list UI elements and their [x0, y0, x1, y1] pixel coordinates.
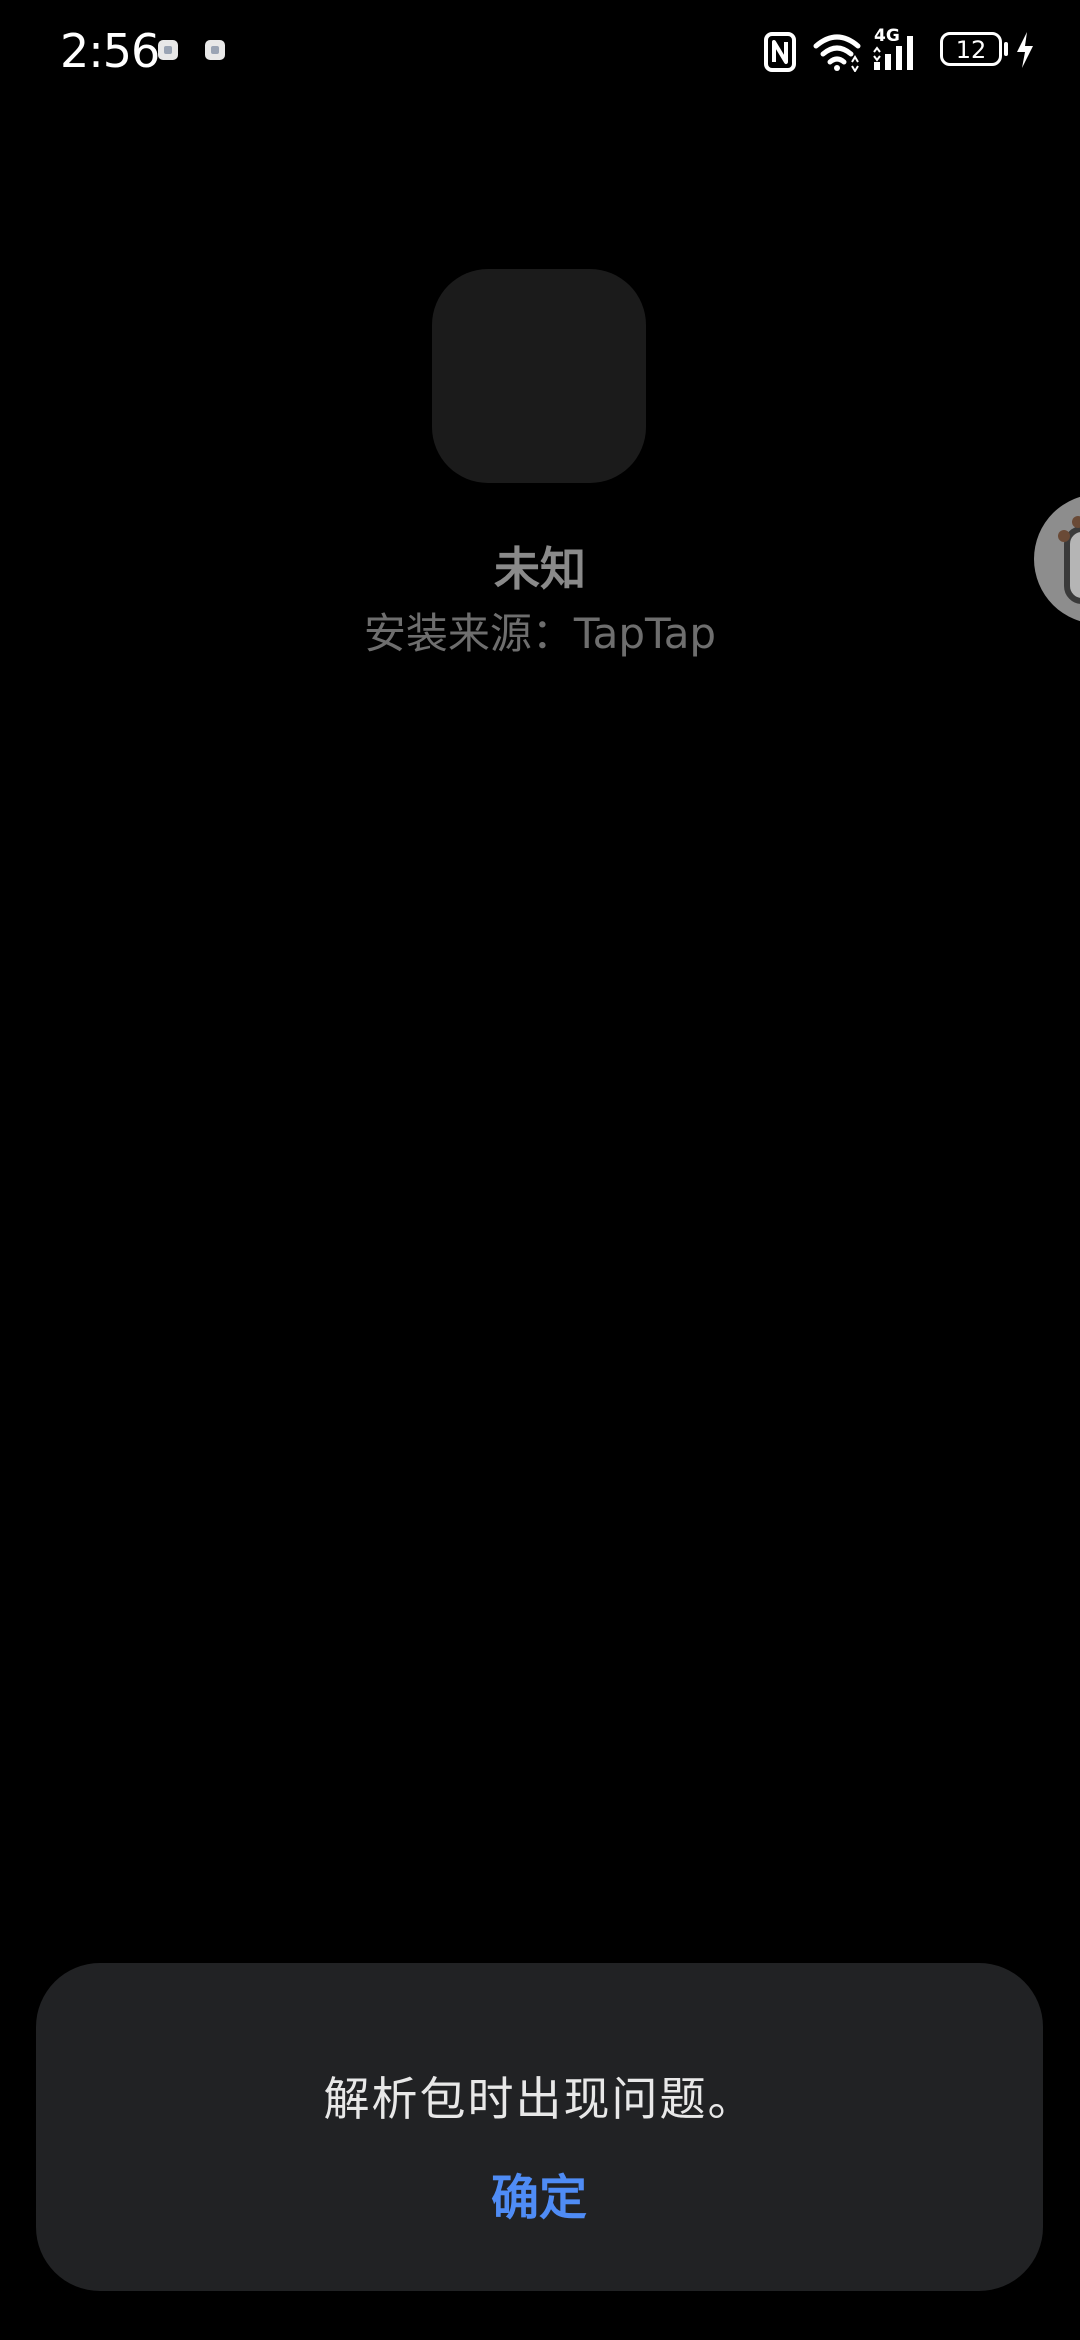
confirm-button[interactable]: 确定	[439, 2153, 639, 2243]
install-source: 安装来源：TapTap	[363, 609, 717, 658]
battery-level: 12	[955, 36, 987, 64]
nfc-icon	[764, 32, 796, 72]
battery-icon: 12	[940, 32, 1002, 66]
status-time: 2:56	[60, 24, 160, 78]
status-icons: 4G 12	[764, 26, 1044, 72]
status-bar: 2:56 4G 12	[0, 0, 1080, 100]
app-name: 未知	[494, 542, 586, 596]
error-dialog: 解析包时出现问题。 确定	[36, 1963, 1043, 2291]
notification-icon	[158, 40, 178, 60]
notification-icon	[205, 40, 225, 60]
installer-screen: 2:56 4G 12 未知 安装来源：TapTap 解析包时出现问题。 确定	[0, 0, 1080, 2340]
app-icon-placeholder	[432, 269, 646, 483]
battery-tip	[1004, 42, 1008, 56]
charging-icon	[1017, 32, 1033, 68]
dialog-message: 解析包时出现问题。	[323, 2072, 756, 2126]
signal-icon	[873, 36, 913, 70]
wifi-icon	[813, 34, 861, 72]
